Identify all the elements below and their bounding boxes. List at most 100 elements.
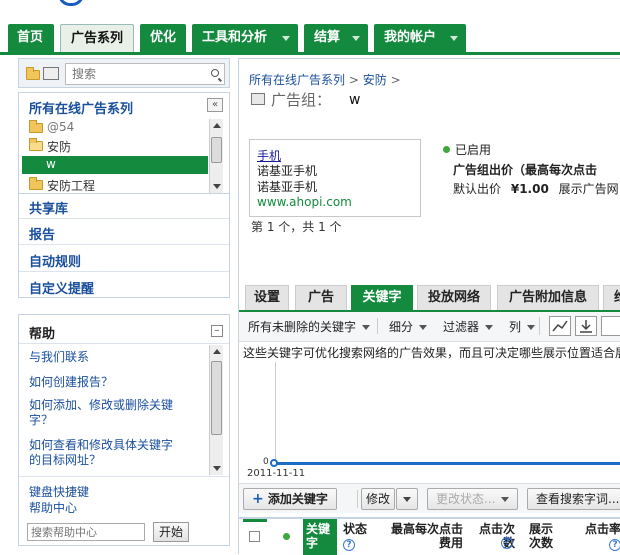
help-icon[interactable]: ? [501,537,513,549]
sidebar-item-custom-alerts[interactable]: 自定义提醒 [29,278,94,297]
nav-divider [0,52,620,55]
divider [19,271,229,272]
scroll-up-icon[interactable] [213,349,221,354]
help-scrollbar[interactable] [209,345,223,475]
nav-tab-optimize[interactable]: 优化 [140,24,186,52]
col-clicks[interactable]: 点击次数 ? [471,522,515,550]
folder-icon[interactable] [26,67,40,80]
status-label[interactable]: 已启用 [455,141,491,158]
nav-tab-tools[interactable]: 工具和分析 [192,24,298,52]
campaigns-title[interactable]: 所有在线广告系列 [29,98,133,117]
ad-pager: 第 1 个，共 1 个 [251,220,342,234]
change-status-dropdown[interactable]: 更改状态... [427,488,519,510]
scroll-thumb[interactable] [211,361,222,435]
multi-folder-icon[interactable] [43,67,59,80]
plus-icon: + [252,491,264,507]
left-sidebar: 所有在线广告系列 « @54 安防 w 安防工程 共享库 报告 自动规则 [18,58,230,554]
help-icon[interactable]: ? [343,539,355,551]
col-status[interactable]: 状态 ? [343,522,379,551]
nav-tab-campaigns[interactable]: 广告系列 [60,24,134,52]
scroll-down-icon[interactable] [213,466,221,471]
divider [377,318,378,334]
keyword-filter-dropdown[interactable]: 所有未删除的关键字 [248,318,370,335]
tab-settings[interactable]: 设置 [245,285,289,311]
chart-toggle-button[interactable] [549,316,571,336]
col-max-cpc[interactable]: 最高每次点击费用 [389,522,463,550]
sidebar-search-input[interactable] [65,63,225,85]
edit-button[interactable]: 修改 [361,488,395,510]
scroll-down-icon[interactable] [213,184,221,189]
tab-label: 设置 [253,290,280,305]
chart-series-line [275,462,620,465]
help-icon[interactable]: ? [609,539,620,551]
tab-label: 投放网络 [427,290,480,305]
filter-dropdown[interactable]: 过滤器 [443,318,493,335]
divider [19,244,229,245]
tree-item[interactable]: @54 [27,119,207,137]
tab-dimensions[interactable]: 维 [603,285,620,311]
col-label: 状态 [343,522,368,536]
scroll-thumb[interactable] [211,137,222,163]
minus-icon: – [214,325,220,336]
search-icon[interactable] [211,69,219,77]
tab-label: 关键字 [362,290,402,305]
columns-dropdown[interactable]: 列 [509,318,535,335]
tree-scrollbar[interactable] [209,119,223,193]
default-bid: 默认出价 ¥1.00 展示广告网 [453,180,619,197]
keyword-toolbar: 所有未删除的关键字 细分 过滤器 列 [239,312,620,342]
help-link-manage-keywords[interactable]: 如何添加、修改或删除关键字？ [29,398,179,428]
keyboard-shortcuts-link[interactable]: 键盘快捷键 [29,483,89,500]
sidebar-search-panel [18,58,230,88]
tab-label: 广告 [307,290,334,305]
toolbar-search-input[interactable] [601,316,620,336]
divider [19,476,229,477]
chart-zero-label: 0 [263,457,269,467]
sidebar-item-auto-rules[interactable]: 自动规则 [29,251,81,270]
edit-menu-button[interactable] [396,488,418,510]
page-title-label: 广告组： [271,91,332,109]
tab-ad-extensions[interactable]: 广告附加信息 [497,285,599,311]
nav-tab-billing[interactable]: 结算 [304,24,368,52]
col-ctr[interactable]: 点击率 ? [571,522,620,551]
col-impressions[interactable]: 展示次数 [529,522,559,550]
select-all-checkbox[interactable] [249,531,260,542]
performance-chart: 0 2011-11-11 [239,362,620,482]
breadcrumb: 所有在线广告系列 > 安防 > [249,71,401,88]
tree-item-label: w [46,157,56,171]
tab-ads[interactable]: 广告 [295,285,347,311]
sidebar-item-shared-library[interactable]: 共享库 [29,198,68,217]
nav-tab-label: 优化 [150,30,177,45]
chart-date-label: 2011-11-11 [247,468,306,479]
breadcrumb-separator: > [390,73,401,87]
nav-tab-home[interactable]: 首页 [8,24,54,52]
help-link-destination-url[interactable]: 如何查看和修改具体关键字的目标网址？ [29,438,179,468]
tree-item[interactable]: 安防工程 [27,176,207,192]
help-search-input[interactable] [27,523,145,541]
breadcrumb-all-campaigns[interactable]: 所有在线广告系列 [249,73,345,87]
scroll-up-icon[interactable] [213,123,221,128]
tree-item-label: @54 [47,120,75,134]
page-title: w [349,92,361,108]
download-button[interactable] [575,316,597,336]
add-keyword-button[interactable]: + 添加关键字 [243,488,337,510]
chart-point [270,459,278,467]
adgroup-icon [251,93,265,105]
tab-networks[interactable]: 投放网络 [417,285,491,311]
help-search-button[interactable]: 开始 [153,522,189,542]
segment-dropdown[interactable]: 细分 [389,318,427,335]
nav-tab-account[interactable]: 我的帐户 [374,24,466,52]
help-link-contact[interactable]: 与我们联系 [29,348,89,365]
collapse-help-button[interactable]: – [211,325,223,337]
folder-icon [29,120,43,133]
help-center-link[interactable]: 帮助中心 [29,499,77,516]
default-bid-value[interactable]: ¥1.00 [511,182,549,196]
help-link-create-report[interactable]: 如何创建报告？ [29,373,113,390]
collapse-sidebar-button[interactable]: « [207,98,223,112]
breadcrumb-campaign[interactable]: 安防 [363,73,387,87]
view-search-terms-button[interactable]: 查看搜索字词... [527,488,620,510]
tab-keywords[interactable]: 关键字 [351,285,413,311]
tree-item[interactable]: 安防 [27,137,207,155]
sidebar-item-reports[interactable]: 报告 [29,224,55,243]
col-keyword[interactable]: 关键字 [303,519,337,555]
tree-item-selected[interactable]: w [22,156,208,174]
